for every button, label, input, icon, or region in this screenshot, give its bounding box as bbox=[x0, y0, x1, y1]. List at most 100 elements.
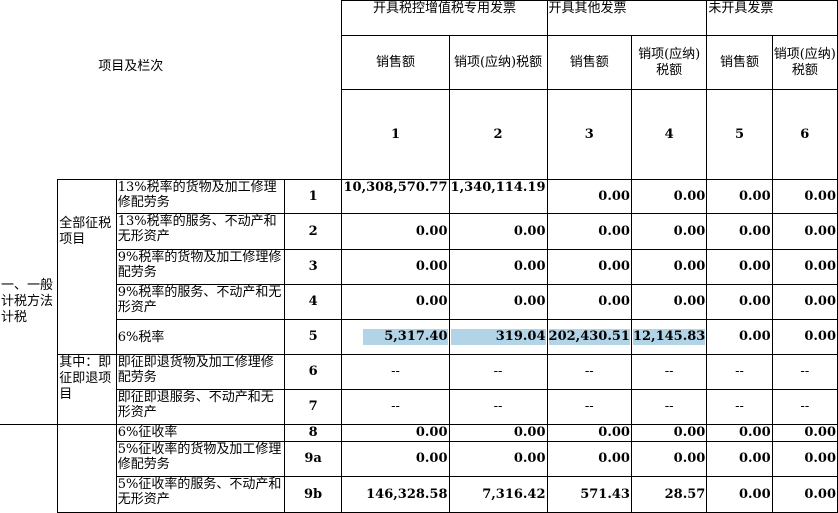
cell-value: 0.00 bbox=[771, 424, 838, 442]
cell-value: 0.00 bbox=[341, 441, 450, 477]
cell-value: -- bbox=[771, 389, 838, 425]
row-desc: 6%税率 bbox=[115, 319, 285, 355]
cell-value: 146,328.58 bbox=[341, 476, 450, 513]
row-line: 8 bbox=[283, 424, 343, 442]
row-line: 4 bbox=[283, 284, 343, 320]
cell-value: 0.00 bbox=[341, 249, 450, 285]
cell-value: 0.00 bbox=[341, 213, 450, 250]
cell-value: 0.00 bbox=[771, 179, 838, 214]
cell-value: 12,145.83 bbox=[630, 319, 708, 355]
cell-value: 0.00 bbox=[771, 213, 838, 250]
cell-value: 0.00 bbox=[546, 249, 632, 285]
cell-value: 0.00 bbox=[341, 284, 450, 320]
cell-value: 0.00 bbox=[546, 424, 632, 442]
col-num: 2 bbox=[448, 89, 548, 180]
cell-value: -- bbox=[341, 354, 450, 390]
cell-value: 5,317.40 bbox=[341, 319, 450, 355]
cell-value: 0.00 bbox=[341, 424, 450, 442]
cell-value: 0.00 bbox=[706, 213, 773, 250]
row-line: 3 bbox=[283, 249, 343, 285]
cell-value: 0.00 bbox=[630, 284, 708, 320]
cell-value: 0.00 bbox=[706, 476, 773, 513]
cell-value: 0.00 bbox=[706, 179, 773, 214]
cell-value: 0.00 bbox=[706, 249, 773, 285]
cell-value: 0.00 bbox=[771, 441, 838, 477]
cell-value: 0.00 bbox=[706, 319, 773, 355]
col-num: 6 bbox=[771, 89, 838, 180]
group-header-other-invoice: 开具其他发票 bbox=[546, 0, 708, 36]
row-desc: 5%征收率的服务、不动产和无形资产 bbox=[115, 476, 285, 513]
group-header-no-invoice: 未开具发票 bbox=[706, 0, 838, 36]
row-line: 6 bbox=[283, 354, 343, 390]
cell-value: -- bbox=[630, 354, 708, 390]
cell-value: 0.00 bbox=[546, 284, 632, 320]
row-desc: 即征即退服务、不动产和无形资产 bbox=[115, 389, 285, 425]
cell-value: 0.00 bbox=[546, 179, 632, 214]
row-line: 1 bbox=[283, 179, 343, 214]
cell-value: 0.00 bbox=[448, 441, 548, 477]
cell-value: 0.00 bbox=[630, 249, 708, 285]
col-tax-2: 销项(应纳)税额 bbox=[630, 35, 708, 90]
row-line: 5 bbox=[283, 319, 343, 355]
cell-value: 0.00 bbox=[706, 441, 773, 477]
row-desc: 9%税率的服务、不动产和无形资产 bbox=[115, 284, 285, 320]
section-general-method: 一、一般计税方法计税 bbox=[0, 179, 59, 425]
cell-value: 319.04 bbox=[448, 319, 548, 355]
cell-value: 10,308,570.77 bbox=[341, 179, 450, 214]
col-num: 4 bbox=[630, 89, 708, 180]
row-desc: 5%征收率的货物及加工修理修配劳务 bbox=[115, 441, 285, 477]
col-sales-2: 销售额 bbox=[546, 35, 632, 90]
subsection-all-taxable: 全部征税项目 bbox=[57, 179, 117, 355]
cell-value: -- bbox=[546, 354, 632, 390]
row-line: 7 bbox=[283, 389, 343, 425]
row-line: 9b bbox=[283, 476, 343, 513]
cell-value: 0.00 bbox=[546, 213, 632, 250]
cell-value: 0.00 bbox=[706, 284, 773, 320]
col-sales-1: 销售额 bbox=[341, 35, 450, 90]
row-desc: 即征即退货物及加工修理修配劳务 bbox=[115, 354, 285, 390]
row-desc: 9%税率的货物及加工修理修配劳务 bbox=[115, 249, 285, 285]
cell-value: -- bbox=[771, 354, 838, 390]
cell-value: 28.57 bbox=[630, 476, 708, 513]
subsection-instant-refund: 其中：即征即退项目 bbox=[57, 354, 117, 425]
cell-value: -- bbox=[448, 354, 548, 390]
col-num: 1 bbox=[341, 89, 450, 180]
cell-value: 202,430.51 bbox=[546, 319, 632, 355]
cell-value: 0.00 bbox=[630, 441, 708, 477]
col-tax-3: 销项(应纳)税额 bbox=[771, 35, 838, 90]
cell-value: 1,340,114.19 bbox=[448, 179, 548, 214]
cell-value: 0.00 bbox=[448, 249, 548, 285]
col-tax-1: 销项(应纳)税额 bbox=[448, 35, 548, 90]
cell-value: 0.00 bbox=[630, 179, 708, 214]
cell-value: 0.00 bbox=[448, 424, 548, 442]
group-header-vat-special: 开具税控增值税专用发票 bbox=[341, 0, 548, 36]
header-title: 项目及栏次 bbox=[98, 59, 164, 75]
cell-value: 0.00 bbox=[771, 284, 838, 320]
cell-value: -- bbox=[448, 389, 548, 425]
cell-value: 0.00 bbox=[771, 476, 838, 513]
row-desc: 13%税率的服务、不动产和无形资产 bbox=[115, 213, 285, 250]
cell-value: 0.00 bbox=[630, 424, 708, 442]
col-num: 3 bbox=[546, 89, 632, 180]
cell-value: -- bbox=[341, 389, 450, 425]
cell-value: -- bbox=[630, 389, 708, 425]
row-desc: 6%征收率 bbox=[115, 424, 285, 442]
cell-value: 0.00 bbox=[706, 424, 773, 442]
cell-value: 0.00 bbox=[546, 441, 632, 477]
cell-value: 0.00 bbox=[630, 213, 708, 250]
cell-value: 7,316.42 bbox=[448, 476, 548, 513]
row-line: 2 bbox=[283, 213, 343, 250]
cell-value: -- bbox=[706, 354, 773, 390]
row-desc: 13%税率的货物及加工修理修配劳务 bbox=[115, 179, 285, 214]
cell-value: 0.00 bbox=[771, 249, 838, 285]
cell-value: 0.00 bbox=[771, 319, 838, 355]
col-sales-3: 销售额 bbox=[706, 35, 773, 90]
row-line: 9a bbox=[283, 441, 343, 477]
cell-value: 0.00 bbox=[448, 284, 548, 320]
cell-value: 571.43 bbox=[546, 476, 632, 513]
col-num: 5 bbox=[706, 89, 773, 180]
cell-value: -- bbox=[546, 389, 632, 425]
vat-return-table: 开具税控增值税专用发票 开具其他发票 未开具发票 项目及栏次 销售额 销项(应纳… bbox=[0, 0, 838, 513]
cell-value: -- bbox=[706, 389, 773, 425]
cell-value: 0.00 bbox=[448, 213, 548, 250]
